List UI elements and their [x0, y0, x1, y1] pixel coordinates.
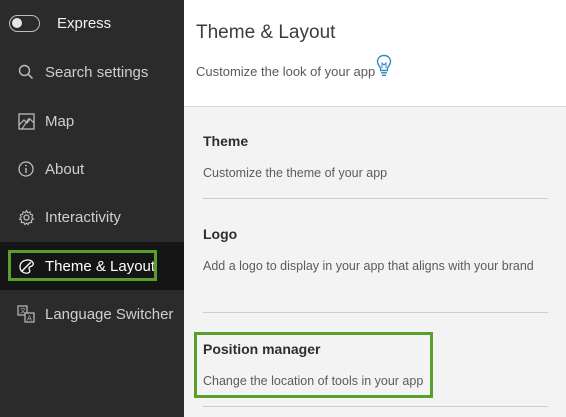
- express-toggle[interactable]: [9, 15, 40, 32]
- sidebar-item-label: Language Switcher: [45, 305, 174, 323]
- section-title: Theme: [203, 133, 249, 149]
- sidebar-item-about[interactable]: About: [0, 145, 184, 193]
- section-description: Customize the theme of your app: [203, 166, 388, 180]
- info-icon: [17, 160, 35, 178]
- search-settings[interactable]: Search settings: [0, 48, 184, 96]
- sidebar-header: Express: [0, 0, 184, 48]
- gear-icon: [17, 208, 35, 226]
- panel-header: Theme & Layout Customize the look of you…: [184, 0, 566, 107]
- active-item-highlight: [8, 250, 157, 281]
- section-description: Add a logo to display in your app that a…: [203, 259, 534, 273]
- page-subtitle: Customize the look of your app: [196, 64, 376, 79]
- sidebar-item-map[interactable]: Map: [0, 97, 184, 145]
- lightbulb-icon[interactable]: [376, 54, 392, 83]
- sidebar-item-interactivity[interactable]: Interactivity: [0, 193, 184, 241]
- theme-section[interactable]: Theme Customize the theme of your app: [203, 133, 548, 183]
- divider: [203, 198, 548, 199]
- search-icon: [17, 63, 35, 81]
- sidebar-item-label: About: [45, 160, 85, 178]
- logo-section[interactable]: Logo Add a logo to display in your app t…: [203, 226, 548, 276]
- sidebar-item-label: Interactivity: [45, 208, 121, 226]
- toggle-knob: [12, 18, 22, 28]
- position-manager-highlight: [194, 332, 433, 398]
- section-title: Logo: [203, 226, 238, 242]
- express-label: Express: [57, 15, 112, 32]
- sidebar-item-language-switcher[interactable]: 文A Language Switcher: [0, 290, 184, 338]
- svg-text:文: 文: [20, 307, 26, 315]
- sidebar-item-label: Map: [45, 112, 75, 130]
- language-icon: 文A: [17, 305, 35, 323]
- search-settings-label: Search settings: [45, 63, 149, 81]
- divider: [203, 406, 548, 407]
- sidebar: Express Search settings Map About Intera…: [0, 0, 184, 417]
- svg-text:A: A: [27, 315, 32, 323]
- map-icon: [17, 112, 35, 130]
- page-title: Theme & Layout: [196, 22, 336, 43]
- divider: [203, 312, 548, 313]
